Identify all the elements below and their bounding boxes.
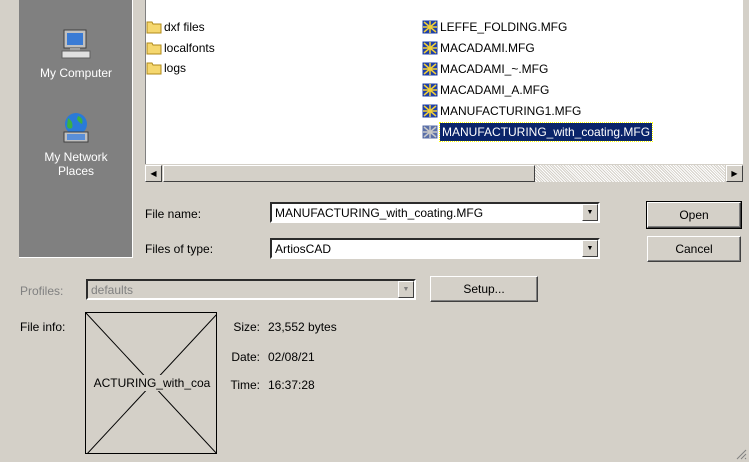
date-label: Date: bbox=[231, 350, 260, 364]
folder-icon bbox=[146, 62, 162, 75]
folder-icon bbox=[146, 21, 162, 34]
scroll-track[interactable] bbox=[535, 165, 725, 182]
file-type-combo[interactable]: ArtiosCAD ▼ bbox=[270, 238, 600, 259]
file-name-input[interactable]: MANUFACTURING_with_coating.MFG bbox=[275, 205, 483, 221]
chevron-down-icon: ▼ bbox=[586, 245, 594, 252]
place-label: My Network Places bbox=[44, 150, 108, 178]
file-type-dropdown-button[interactable]: ▼ bbox=[582, 240, 598, 257]
place-my-computer[interactable]: My Computer bbox=[19, 26, 133, 80]
folder-item[interactable]: logs bbox=[146, 59, 186, 77]
right-arrow-icon: ▶ bbox=[731, 169, 738, 178]
my-computer-icon bbox=[61, 29, 91, 59]
file-item[interactable]: LEFFE_FOLDING.MFG bbox=[422, 18, 567, 36]
file-list[interactable]: dxf files localfonts logs LEFFE_FOLDING.… bbox=[145, 0, 743, 182]
scroll-thumb[interactable] bbox=[163, 165, 535, 182]
open-button[interactable]: Open bbox=[646, 201, 742, 229]
chevron-down-icon: ▼ bbox=[586, 209, 594, 216]
size-label: Size: bbox=[233, 320, 260, 334]
places-bar: My Computer My Network Places bbox=[19, 0, 133, 258]
mfg-file-icon bbox=[422, 83, 438, 97]
setup-button[interactable]: Setup... bbox=[430, 276, 538, 302]
profiles-dropdown-button: ▼ bbox=[398, 281, 414, 298]
place-network[interactable]: My Network Places bbox=[19, 110, 133, 178]
size-value: 23,552 bytes bbox=[268, 320, 337, 334]
folder-icon bbox=[146, 42, 162, 55]
file-item[interactable]: MACADAMI.MFG bbox=[422, 39, 535, 57]
resize-grip-icon[interactable] bbox=[735, 448, 747, 460]
time-value: 16:37:28 bbox=[268, 378, 315, 392]
mfg-file-icon bbox=[422, 41, 438, 55]
mfg-file-icon bbox=[422, 62, 438, 76]
scroll-right-button[interactable]: ▶ bbox=[726, 165, 743, 182]
preview-text: ACTURING_with_coa bbox=[86, 375, 216, 391]
file-name-dropdown-button[interactable]: ▼ bbox=[582, 204, 598, 221]
cancel-button[interactable]: Cancel bbox=[647, 236, 741, 262]
file-item-selected[interactable]: MANUFACTURING_with_coating.MFG bbox=[422, 122, 654, 142]
folder-item[interactable]: localfonts bbox=[146, 39, 215, 57]
file-type-label: Files of type: bbox=[145, 242, 214, 256]
file-item[interactable]: MACADAMI_~.MFG bbox=[422, 60, 548, 78]
scroll-left-button[interactable]: ◀ bbox=[145, 165, 162, 182]
file-preview: ACTURING_with_coa bbox=[85, 312, 217, 454]
profiles-label: Profiles: bbox=[20, 284, 64, 298]
time-label: Time: bbox=[230, 378, 260, 392]
date-value: 02/08/21 bbox=[268, 350, 315, 364]
mfg-file-icon bbox=[422, 20, 438, 34]
mfg-file-icon bbox=[422, 125, 438, 139]
file-name-combo[interactable]: MANUFACTURING_with_coating.MFG ▼ bbox=[270, 202, 600, 223]
file-item[interactable]: MANUFACTURING1.MFG bbox=[422, 102, 581, 120]
place-label: My Computer bbox=[39, 66, 113, 80]
mfg-file-icon bbox=[422, 104, 438, 118]
file-name-label: File name: bbox=[145, 207, 202, 221]
profiles-combo: defaults ▼ bbox=[86, 279, 416, 300]
folder-item[interactable]: dxf files bbox=[146, 18, 205, 36]
left-arrow-icon: ◀ bbox=[150, 169, 157, 178]
file-info-label: File info: bbox=[20, 320, 66, 334]
file-type-value: ArtiosCAD bbox=[275, 242, 332, 256]
profiles-value: defaults bbox=[91, 283, 134, 297]
horizontal-scrollbar[interactable]: ◀ ▶ bbox=[145, 164, 743, 182]
file-item[interactable]: MACADAMI_A.MFG bbox=[422, 81, 549, 99]
network-places-icon bbox=[63, 113, 89, 143]
chevron-down-icon: ▼ bbox=[402, 286, 410, 293]
